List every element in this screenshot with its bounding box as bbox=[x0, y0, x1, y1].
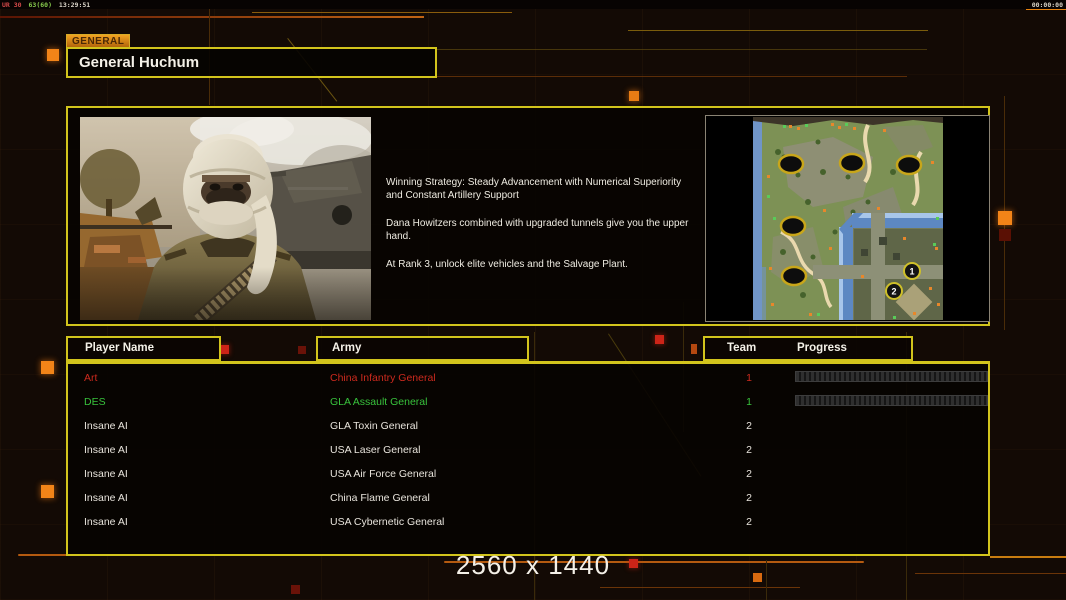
general-portrait-art bbox=[80, 117, 371, 320]
table-row: Insane AI USA Cybernetic General 2 bbox=[68, 511, 988, 535]
team-cell: 2 bbox=[746, 516, 752, 528]
decor-square bbox=[41, 361, 54, 374]
fps-rate-value: 63(60) bbox=[28, 1, 52, 9]
column-header-progress: Progress bbox=[797, 342, 847, 354]
decor-line bbox=[766, 560, 767, 600]
map-preview: 1 2 bbox=[753, 117, 943, 320]
player-name-cell: Insane AI bbox=[84, 468, 128, 480]
decor-square bbox=[655, 335, 664, 344]
team-cell: 2 bbox=[746, 492, 752, 504]
fps-app-label: UR 30 bbox=[2, 1, 22, 9]
column-header-team-progress: Team Progress bbox=[703, 336, 913, 361]
strategy-paragraph: At Rank 3, unlock elite vehicles and the… bbox=[386, 259, 628, 270]
map-start-marker-1: 1 bbox=[903, 262, 921, 280]
decor-line bbox=[628, 30, 928, 31]
player-table-panel: Art China Infantry General 1 DES GLA Ass… bbox=[66, 361, 990, 556]
map-start-marker-2: 2 bbox=[885, 282, 903, 300]
decor-square bbox=[220, 345, 229, 354]
strategy-text: Winning Strategy: Steady Advancement wit… bbox=[386, 176, 702, 286]
decor-square bbox=[629, 91, 639, 101]
progress-bar bbox=[795, 395, 988, 406]
player-name-cell: Art bbox=[84, 372, 98, 384]
match-timer: 00:00:00 bbox=[1031, 1, 1063, 9]
decor-square bbox=[298, 346, 306, 354]
strategy-paragraph: Winning Strategy: Steady Advancement wit… bbox=[386, 177, 682, 201]
decor-line bbox=[0, 16, 424, 18]
army-cell: GLA Assault General bbox=[330, 396, 428, 408]
table-row: DES GLA Assault General 1 bbox=[68, 391, 988, 415]
army-cell: USA Laser General bbox=[330, 444, 421, 456]
team-cell: 1 bbox=[746, 372, 752, 384]
player-table-rows: Art China Infantry General 1 DES GLA Ass… bbox=[68, 367, 988, 535]
decor-line bbox=[252, 12, 512, 13]
team-cell: 2 bbox=[746, 444, 752, 456]
army-cell: China Infantry General bbox=[330, 372, 436, 384]
player-name-cell: Insane AI bbox=[84, 420, 128, 432]
map-marker-2-label: 2 bbox=[891, 287, 896, 297]
table-row: Insane AI GLA Toxin General 2 bbox=[68, 415, 988, 439]
table-row: Art China Infantry General 1 bbox=[68, 367, 988, 391]
column-header-team: Team bbox=[727, 342, 757, 354]
decor-square bbox=[629, 559, 638, 568]
army-cell: China Flame General bbox=[330, 492, 430, 504]
decor-line bbox=[437, 49, 927, 50]
decor-square bbox=[41, 485, 54, 498]
table-row: Insane AI USA Laser General 2 bbox=[68, 439, 988, 463]
table-row: Insane AI USA Air Force General 2 bbox=[68, 463, 988, 487]
army-cell: USA Air Force General bbox=[330, 468, 437, 480]
player-name-cell: Insane AI bbox=[84, 444, 128, 456]
map-preview-box: 1 2 bbox=[705, 115, 990, 322]
fps-overlay: UR 30 63(60) 13:29:51 bbox=[2, 1, 90, 9]
loading-screen: UR 30 63(60) 13:29:51 00:00:00 GENERAL G… bbox=[0, 0, 1066, 600]
top-status-bar: UR 30 63(60) 13:29:51 00:00:00 bbox=[0, 0, 1066, 9]
decor-square bbox=[47, 49, 59, 61]
resolution-label: 2560 x 1440 bbox=[455, 550, 611, 580]
briefing-panel: Winning Strategy: Steady Advancement wit… bbox=[66, 106, 990, 326]
strategy-paragraph: Dana Howitzers combined with upgraded tu… bbox=[386, 218, 689, 242]
decor-square bbox=[999, 229, 1011, 241]
decor-square bbox=[691, 344, 697, 354]
decor-line bbox=[990, 556, 1066, 558]
column-header-player-name: Player Name bbox=[66, 336, 221, 361]
team-cell: 2 bbox=[746, 468, 752, 480]
column-header-army: Army bbox=[316, 336, 529, 361]
army-cell: USA Cybernetic General bbox=[330, 516, 445, 528]
map-marker-1-label: 1 bbox=[909, 267, 914, 277]
fps-clock-value: 13:29:51 bbox=[58, 1, 91, 9]
player-name-cell: DES bbox=[84, 396, 106, 408]
progress-bar bbox=[795, 371, 988, 382]
team-cell: 2 bbox=[746, 420, 752, 432]
decor-square bbox=[998, 211, 1012, 225]
decor-line bbox=[1004, 96, 1005, 330]
general-portrait bbox=[80, 117, 371, 320]
team-cell: 1 bbox=[746, 396, 752, 408]
decor-line bbox=[600, 587, 800, 588]
player-name-cell: Insane AI bbox=[84, 492, 128, 504]
table-row: Insane AI China Flame General 2 bbox=[68, 487, 988, 511]
decor-line bbox=[437, 76, 907, 77]
page-title: General Huchum bbox=[66, 47, 437, 78]
player-name-cell: Insane AI bbox=[84, 516, 128, 528]
decor-square bbox=[753, 573, 762, 582]
decor-line bbox=[915, 573, 1066, 574]
army-cell: GLA Toxin General bbox=[330, 420, 418, 432]
decor-square bbox=[291, 585, 300, 594]
